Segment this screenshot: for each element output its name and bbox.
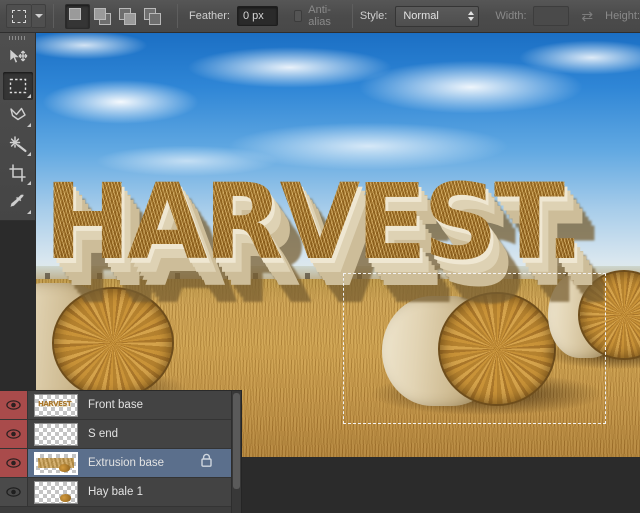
marquee-tool-icon — [8, 77, 28, 95]
tool-flyout-triangle — [27, 210, 31, 214]
move-tool-button[interactable] — [3, 43, 33, 71]
panel-drag-grip[interactable] — [0, 33, 35, 43]
layer-name: S end — [88, 428, 118, 440]
lock-icon — [200, 453, 213, 473]
selection-mode-group — [65, 4, 165, 29]
eyedropper-tool-icon — [8, 193, 28, 211]
tool-options-bar: Feather: 0 px Anti-alias Style: Normal W… — [0, 0, 640, 33]
tools-panel — [0, 33, 36, 221]
layer-thumbnail[interactable]: HARVEST — [34, 394, 78, 417]
layer-row-extrusion-base[interactable]: Extrusion base — [0, 449, 241, 478]
new-selection-button[interactable] — [65, 4, 90, 29]
layer-name: Front base — [88, 399, 143, 411]
caret-shape — [35, 14, 43, 18]
layer-thumbnail[interactable] — [34, 423, 78, 446]
layer-row-hay-bale-1[interactable]: Hay bale 1 — [0, 478, 241, 507]
tool-preset-picker[interactable] — [6, 4, 46, 28]
layer-thumbnail[interactable] — [34, 452, 78, 475]
intersect-selection-button[interactable] — [140, 4, 165, 29]
tool-flyout-triangle — [27, 181, 31, 185]
lasso-tool-icon — [8, 106, 28, 124]
layers-panel[interactable]: HARVEST Front base S end Extrusion base — [0, 390, 242, 513]
eye-icon — [6, 458, 21, 468]
tool-flyout-triangle — [27, 152, 31, 156]
layer-row-front-base[interactable]: HARVEST Front base — [0, 391, 241, 420]
layer-thumbnail-bale — [59, 464, 70, 472]
crop-tool-icon — [8, 164, 28, 182]
rectangular-marquee-icon[interactable] — [6, 4, 32, 28]
anti-alias-label: Anti-alias — [308, 4, 338, 28]
width-label: Width: — [495, 10, 526, 22]
width-input[interactable] — [533, 6, 570, 26]
crop-tool-button[interactable] — [3, 159, 33, 187]
move-tool-icon — [8, 48, 28, 66]
bale-face — [438, 292, 556, 406]
layer-visibility-toggle[interactable] — [0, 420, 28, 448]
magic-wand-tool-icon — [8, 135, 28, 153]
layers-panel-scrollbar[interactable] — [231, 391, 241, 513]
style-select[interactable]: Normal — [395, 6, 479, 27]
layer-visibility-toggle[interactable] — [0, 478, 28, 506]
new-selection-icon — [69, 8, 86, 25]
eye-icon — [6, 400, 21, 410]
layer-name: Hay bale 1 — [88, 486, 143, 498]
eyedropper-tool-button[interactable] — [3, 188, 33, 216]
swap-width-height-icon[interactable]: ⇄ — [581, 8, 593, 25]
icon-square-b — [149, 13, 161, 25]
add-to-selection-icon — [94, 8, 111, 25]
anti-alias-checkbox[interactable] — [294, 10, 303, 22]
eye-icon — [6, 487, 21, 497]
eye-icon — [6, 429, 21, 439]
divider-2 — [177, 4, 178, 28]
style-label: Style: — [360, 10, 388, 22]
rectangular-marquee-tool-button[interactable] — [3, 72, 33, 100]
intersect-selection-icon — [144, 8, 161, 25]
divider-3 — [352, 4, 353, 28]
tool-flyout-triangle — [27, 94, 31, 98]
divider-1 — [53, 4, 54, 28]
magic-wand-tool-button[interactable] — [3, 130, 33, 158]
lasso-tool-button[interactable] — [3, 101, 33, 129]
icon-square-a — [94, 8, 106, 20]
icon-square-a — [69, 8, 81, 20]
style-select-value: Normal — [403, 10, 438, 22]
feather-input[interactable]: 0 px — [237, 6, 278, 26]
subtract-from-selection-button[interactable] — [115, 4, 140, 29]
chevron-down-icon[interactable] — [32, 4, 46, 28]
harvest-artwork-text: HARVEST. — [44, 173, 640, 309]
layer-row-s-end[interactable]: S end — [0, 420, 241, 449]
layer-thumbnail-bale — [60, 494, 71, 502]
height-label: Height: — [605, 10, 640, 22]
marquee-glyph — [12, 10, 26, 23]
layer-thumbnail[interactable] — [34, 481, 78, 504]
scrollbar-thumb[interactable] — [233, 393, 240, 489]
tool-flyout-triangle — [27, 123, 31, 127]
spinner-arrows-icon — [468, 11, 474, 21]
layer-thumbnail-text: HARVEST — [38, 400, 71, 408]
subtract-from-selection-icon — [119, 8, 136, 25]
layer-name: Extrusion base — [88, 457, 164, 469]
layer-visibility-toggle[interactable] — [0, 391, 28, 419]
feather-label: Feather: — [189, 10, 230, 22]
layer-visibility-toggle[interactable] — [0, 449, 28, 477]
add-to-selection-button[interactable] — [90, 4, 115, 29]
icon-square-b — [124, 13, 136, 25]
